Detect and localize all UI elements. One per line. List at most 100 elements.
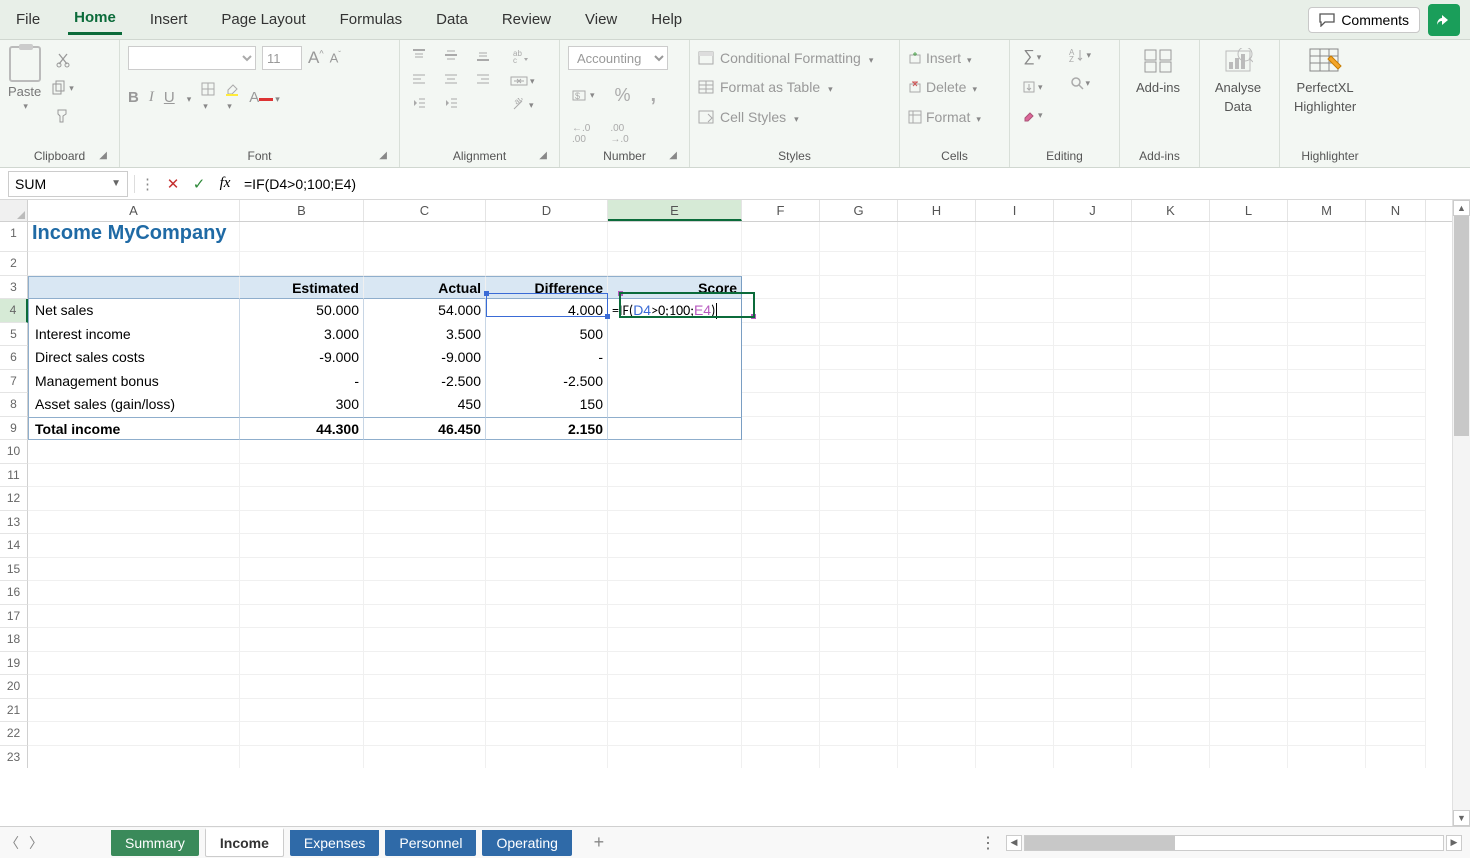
autosum-icon[interactable]: ∑	[1018, 46, 1047, 68]
cell[interactable]: Actual	[364, 276, 486, 300]
col-header-h[interactable]: H	[898, 200, 976, 221]
cell[interactable]	[28, 581, 240, 605]
cell[interactable]	[1054, 299, 1132, 323]
cell[interactable]	[28, 511, 240, 535]
row-header[interactable]: 21	[0, 699, 28, 723]
cell[interactable]	[1366, 417, 1426, 441]
cell[interactable]	[1132, 605, 1210, 629]
cell[interactable]	[1132, 699, 1210, 723]
cell[interactable]	[742, 558, 820, 582]
cell[interactable]	[486, 722, 608, 746]
cell[interactable]	[1132, 581, 1210, 605]
number-launcher-icon[interactable]: ◢	[669, 150, 677, 161]
cell[interactable]	[1288, 393, 1366, 417]
cell[interactable]	[364, 558, 486, 582]
cell[interactable]	[1288, 487, 1366, 511]
cell[interactable]	[364, 699, 486, 723]
row-header[interactable]: 3	[0, 276, 28, 300]
cell[interactable]	[1054, 511, 1132, 535]
cell[interactable]	[28, 252, 240, 276]
row-header[interactable]: 11	[0, 464, 28, 488]
cell[interactable]	[1366, 652, 1426, 676]
cell[interactable]	[820, 417, 898, 441]
cell[interactable]	[1366, 605, 1426, 629]
cell[interactable]: 50.000	[240, 299, 364, 323]
cell[interactable]	[820, 222, 898, 252]
cell[interactable]	[1132, 675, 1210, 699]
cell[interactable]	[820, 464, 898, 488]
col-header-m[interactable]: M	[1288, 200, 1366, 221]
cell[interactable]	[898, 746, 976, 769]
cell[interactable]	[1132, 487, 1210, 511]
cell[interactable]	[28, 652, 240, 676]
cancel-formula-icon[interactable]: ✕	[160, 175, 186, 193]
cell[interactable]: Income MyCompany	[28, 222, 240, 252]
cell[interactable]	[976, 276, 1054, 300]
cell[interactable]	[1288, 252, 1366, 276]
cell[interactable]: 3.500	[364, 323, 486, 347]
cell[interactable]	[240, 722, 364, 746]
cell[interactable]	[1366, 722, 1426, 746]
cell[interactable]	[364, 581, 486, 605]
orientation-icon[interactable]: ab	[506, 96, 539, 114]
accounting-format-icon[interactable]: $	[568, 87, 599, 105]
increase-font-icon[interactable]: A^	[308, 48, 324, 68]
cell[interactable]	[1288, 558, 1366, 582]
clear-icon[interactable]	[1018, 106, 1047, 124]
wrap-text-icon[interactable]: abc	[506, 46, 539, 66]
cell[interactable]	[1366, 487, 1426, 511]
cell[interactable]	[1054, 652, 1132, 676]
cell[interactable]	[1210, 746, 1288, 769]
cell[interactable]	[1288, 222, 1366, 252]
cell[interactable]	[1132, 299, 1210, 323]
cell[interactable]	[898, 675, 976, 699]
cell[interactable]	[1132, 511, 1210, 535]
cell[interactable]	[28, 605, 240, 629]
row-header[interactable]: 18	[0, 628, 28, 652]
decrease-font-icon[interactable]: Aˇ	[330, 50, 341, 65]
cell[interactable]	[1132, 722, 1210, 746]
cell[interactable]	[1210, 370, 1288, 394]
format-painter-icon[interactable]	[47, 106, 78, 126]
align-middle-icon[interactable]	[440, 46, 462, 64]
cell[interactable]	[1210, 699, 1288, 723]
cell[interactable]	[28, 675, 240, 699]
cell[interactable]: 46.450	[364, 417, 486, 441]
cell[interactable]	[28, 464, 240, 488]
cell[interactable]: -	[486, 346, 608, 370]
align-right-icon[interactable]	[472, 70, 494, 88]
scroll-thumb-v[interactable]	[1454, 216, 1469, 436]
cell[interactable]	[1132, 628, 1210, 652]
cell[interactable]	[1132, 323, 1210, 347]
cell[interactable]	[820, 628, 898, 652]
cell[interactable]	[1288, 652, 1366, 676]
cell[interactable]	[742, 346, 820, 370]
menu-help[interactable]: Help	[645, 7, 688, 32]
scroll-down-icon[interactable]: ▼	[1453, 810, 1470, 826]
cell[interactable]	[1132, 534, 1210, 558]
cell[interactable]	[240, 605, 364, 629]
cell[interactable]	[1366, 222, 1426, 252]
cell[interactable]	[742, 252, 820, 276]
col-header-l[interactable]: L	[1210, 200, 1288, 221]
row-header[interactable]: 5	[0, 323, 28, 347]
sheet-tab[interactable]: Income	[205, 828, 284, 857]
cell[interactable]	[28, 487, 240, 511]
cell[interactable]	[486, 440, 608, 464]
clipboard-launcher-icon[interactable]: ◢	[99, 150, 107, 161]
cell[interactable]	[742, 370, 820, 394]
cell[interactable]	[976, 511, 1054, 535]
cell[interactable]	[820, 440, 898, 464]
cell[interactable]	[742, 652, 820, 676]
cell[interactable]	[742, 675, 820, 699]
cell[interactable]: Direct sales costs	[28, 346, 240, 370]
cell[interactable]	[898, 440, 976, 464]
cell[interactable]	[364, 222, 486, 252]
row-header[interactable]: 23	[0, 746, 28, 769]
cell[interactable]	[742, 440, 820, 464]
cell[interactable]	[898, 417, 976, 441]
cell[interactable]	[608, 464, 742, 488]
cell[interactable]	[1210, 440, 1288, 464]
cell[interactable]	[1288, 417, 1366, 441]
row-header[interactable]: 1	[0, 222, 28, 252]
